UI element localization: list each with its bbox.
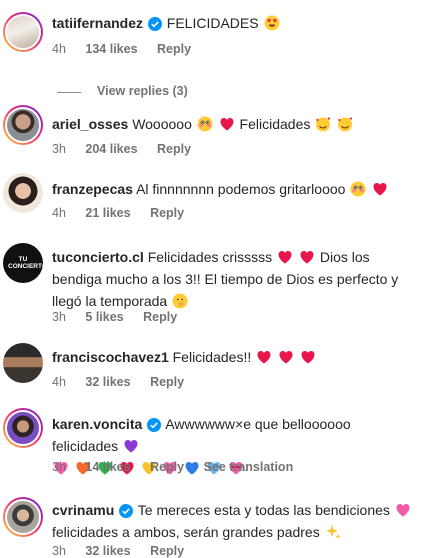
- red-heart-icon: [278, 349, 294, 365]
- shushing-face-emoji-icon: [172, 293, 188, 309]
- sparkles-icon: [325, 524, 341, 540]
- reply-button[interactable]: Reply: [150, 375, 184, 389]
- verified-badge-icon: [147, 418, 162, 432]
- likes-count[interactable]: 14 likes: [85, 460, 130, 474]
- comment-time: 3h: [52, 142, 66, 156]
- smiling-hearts-emoji-icon: [337, 116, 353, 132]
- flushed-face-emoji-icon: [197, 116, 213, 132]
- comment-time: 4h: [52, 42, 66, 56]
- username[interactable]: tuconcierto.cl: [52, 249, 144, 265]
- username[interactable]: karen.voncita: [52, 416, 142, 432]
- comment-text: Te mereces esta y todas las bendiciones: [137, 502, 390, 518]
- comment-text-2: Felicidades: [239, 116, 311, 132]
- pink-heart-icon: [395, 502, 411, 518]
- comment-text: Felicidades!!: [172, 349, 252, 365]
- red-heart-icon: [219, 116, 235, 132]
- see-translation-button[interactable]: See translation: [204, 460, 294, 474]
- username[interactable]: tatiifernandez: [52, 15, 143, 31]
- red-heart-icon: [256, 349, 272, 365]
- verified-badge-icon: [119, 504, 134, 518]
- reply-button[interactable]: Reply: [150, 206, 184, 220]
- comment-text: Felicidades crisssss: [147, 249, 273, 265]
- avatar-logo-text: TU CONCIERTO: [8, 256, 43, 270]
- comment-time: 4h: [52, 375, 66, 389]
- avatar[interactable]: [3, 173, 43, 213]
- avatar[interactable]: [3, 408, 43, 448]
- username[interactable]: cvrinamu: [52, 502, 114, 518]
- username[interactable]: ariel_osses: [52, 116, 128, 132]
- avatar[interactable]: [3, 105, 43, 145]
- red-heart-icon: [300, 349, 316, 365]
- reply-button[interactable]: Reply: [150, 544, 184, 558]
- comment-text: Woooooo: [132, 116, 192, 132]
- comment-time: 3h: [52, 310, 66, 324]
- likes-count[interactable]: 5 likes: [85, 310, 123, 324]
- comment-text: Al finnnnnnn podemos gritarloooo: [136, 181, 346, 197]
- avatar[interactable]: [3, 497, 43, 537]
- comment-text: FELICIDADES: [166, 15, 259, 31]
- likes-count[interactable]: 134 likes: [85, 42, 137, 56]
- avatar[interactable]: [3, 343, 43, 383]
- flushed-face-emoji-icon: [350, 181, 366, 197]
- reply-button[interactable]: Reply: [150, 460, 184, 474]
- likes-count[interactable]: 32 likes: [85, 375, 130, 389]
- heart-eyes-emoji-icon: [264, 15, 280, 31]
- reply-button[interactable]: Reply: [157, 42, 191, 56]
- likes-count[interactable]: 21 likes: [85, 206, 130, 220]
- comment-time: 3h: [52, 544, 66, 558]
- avatar[interactable]: [3, 12, 43, 52]
- purple-heart-icon: [123, 438, 139, 454]
- comment-time: 4h: [52, 206, 66, 220]
- username[interactable]: franciscochavez1: [52, 349, 169, 365]
- comment-time: 3h: [52, 460, 66, 474]
- username[interactable]: franzepecas: [52, 181, 133, 197]
- reply-button[interactable]: Reply: [143, 310, 177, 324]
- avatar[interactable]: TU CONCIERTO: [3, 243, 43, 283]
- likes-count[interactable]: 204 likes: [85, 142, 137, 156]
- comment-text-2: felicidades a ambos, serán grandes padre…: [52, 524, 320, 540]
- red-heart-icon: [277, 249, 293, 265]
- reply-button[interactable]: Reply: [157, 142, 191, 156]
- view-replies-button[interactable]: View replies (3): [97, 84, 188, 98]
- red-heart-icon: [299, 249, 315, 265]
- likes-count[interactable]: 32 likes: [85, 544, 130, 558]
- red-heart-icon: [372, 181, 388, 197]
- verified-badge-icon: [147, 17, 162, 31]
- smiling-hearts-emoji-icon: [315, 116, 331, 132]
- view-replies-line: [57, 92, 81, 93]
